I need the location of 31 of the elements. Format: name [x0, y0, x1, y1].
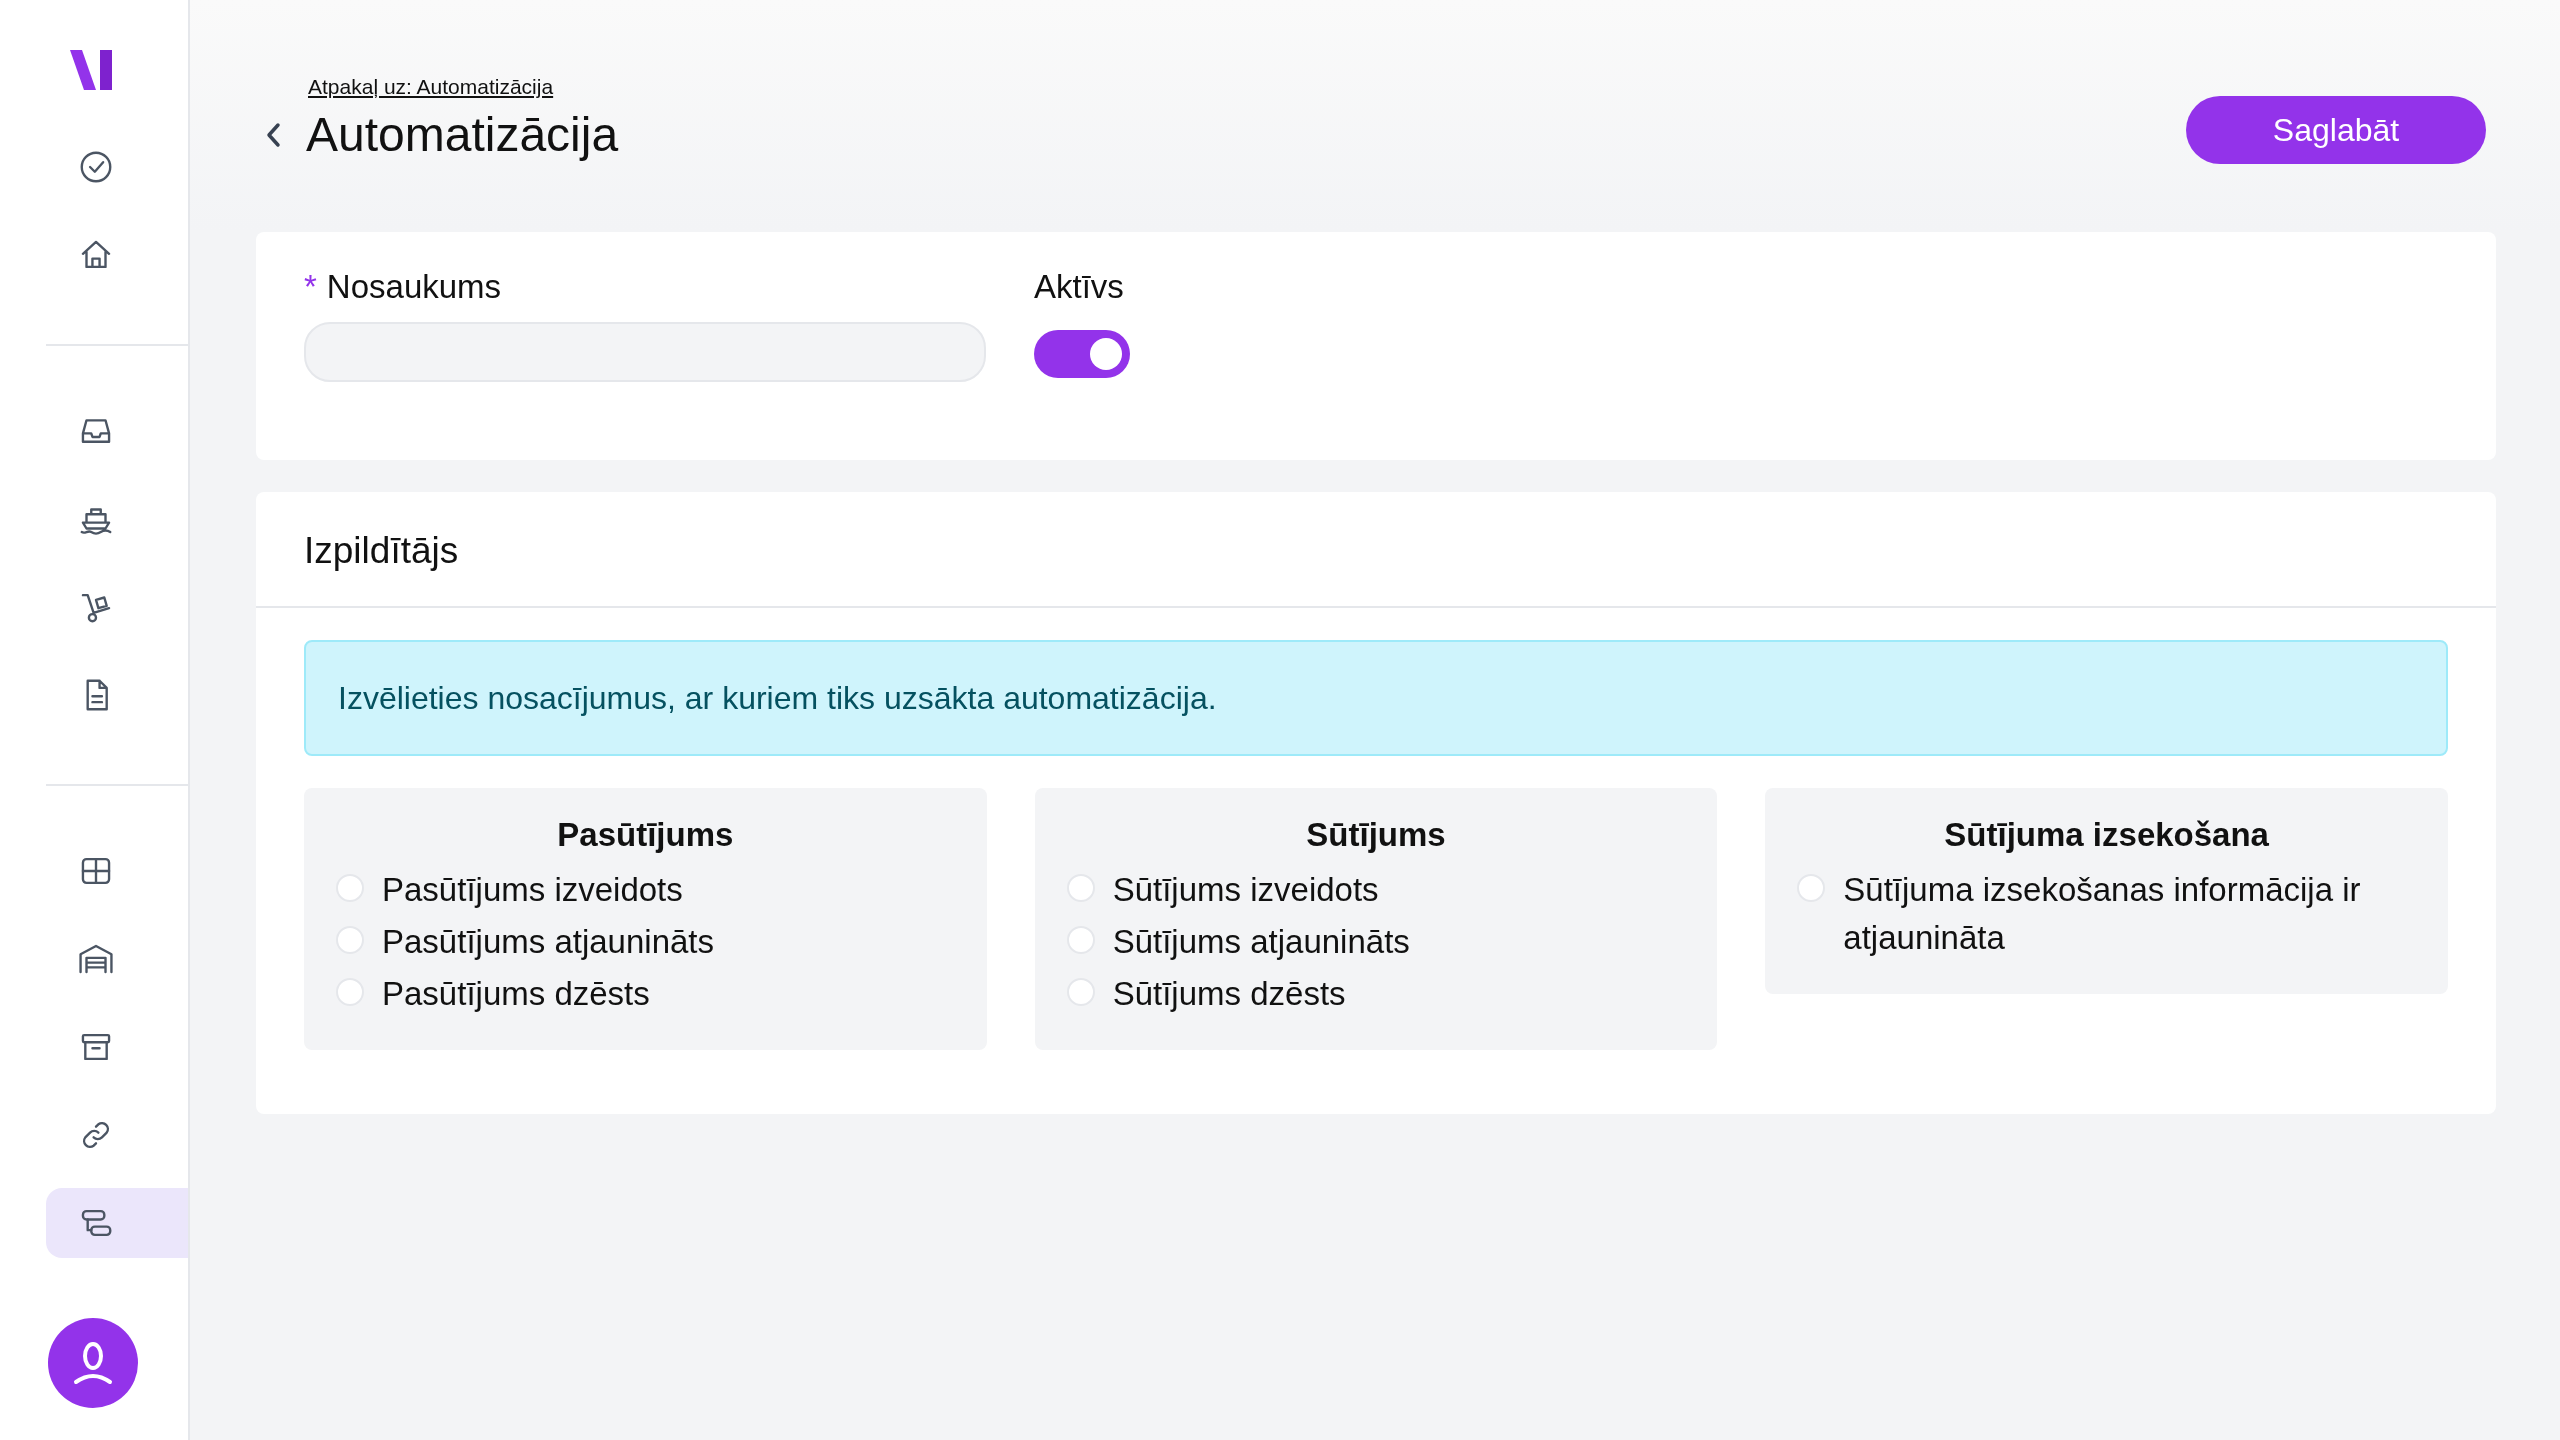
required-mark: * — [304, 268, 317, 306]
option-label: Sūtījuma izsekošanas informācija ir atjaunināta — [1843, 870, 2362, 958]
radio-button[interactable] — [336, 978, 364, 1006]
group-title: Sūtījuma izsekošana — [1943, 816, 2270, 854]
flow-nav-item[interactable] — [46, 1188, 188, 1258]
name-input-field[interactable] — [304, 322, 986, 382]
option-label: Sūtījums atjaunināts — [1112, 922, 1410, 962]
active-toggle[interactable] — [1034, 330, 1130, 378]
radio-button[interactable] — [1797, 874, 1826, 902]
name-label: Nosaukums — [326, 268, 502, 306]
radio-button[interactable] — [336, 926, 364, 954]
info-alert: Izvēlieties nosacījumus, ar kuriem tiks uzsākta automatizācija. — [304, 640, 2448, 756]
logo[interactable] — [70, 50, 114, 90]
group-title: Pasūtījums — [556, 816, 735, 854]
group-title: Sūtījums — [1305, 816, 1447, 854]
save-button[interactable]: Saglabāt — [2186, 96, 2486, 164]
option-label: Pasūtījums dzēsts — [382, 974, 650, 1014]
radio-button[interactable] — [1066, 874, 1095, 902]
breadcrumb-link[interactable]: Atpakaļ uz: Automatizācija — [308, 75, 619, 99]
option-label: Pasūtījums atjaunināts — [382, 922, 714, 962]
back-icon[interactable] — [264, 121, 282, 148]
page-title: Automatizācija — [306, 107, 619, 162]
option-label: Pasūtījums izveidots — [382, 870, 683, 910]
active-label: Aktīvs — [1034, 268, 1125, 306]
radio-button[interactable] — [1066, 926, 1095, 954]
radio-button[interactable] — [1066, 978, 1095, 1006]
option-label: Sūtījums izveidots — [1112, 870, 1379, 910]
avatar[interactable] — [48, 1318, 138, 1408]
section-title: Izpildītājs — [256, 492, 2496, 608]
option-label: Sūtījums dzēsts — [1112, 974, 1346, 1014]
radio-button[interactable] — [336, 874, 364, 902]
